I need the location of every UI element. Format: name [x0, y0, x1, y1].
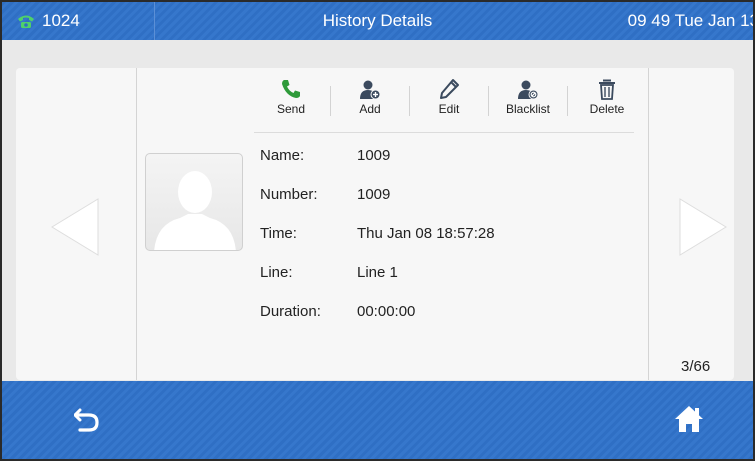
status-bar: 1024 History Details 09 49 Tue Jan 13 — [2, 2, 753, 40]
blacklist-button[interactable]: Blacklist — [489, 78, 567, 124]
toolbar-divider-line — [254, 132, 634, 133]
bottom-bar — [2, 381, 753, 459]
send-button[interactable]: Send — [252, 78, 330, 124]
duration-label: Duration: — [260, 303, 321, 320]
edit-button[interactable]: Edit — [410, 78, 488, 124]
delete-button[interactable]: Delete — [568, 78, 646, 124]
number-label: Number: — [260, 186, 318, 203]
home-button[interactable] — [674, 405, 704, 438]
action-toolbar: Send Add Edit Blacklist Delete — [252, 78, 646, 124]
blacklist-label: Blacklist — [505, 102, 550, 116]
edit-label: Edit — [438, 102, 460, 116]
time-value: Thu Jan 08 18:57:28 — [357, 225, 495, 242]
pencil-icon — [440, 79, 459, 99]
arrow-left-icon — [51, 198, 99, 256]
line-value: Line 1 — [357, 264, 398, 281]
person-silhouette-icon — [154, 171, 236, 250]
handset-icon — [282, 80, 300, 98]
phone-screen: 1024 History Details 09 49 Tue Jan 13 Se… — [0, 0, 755, 461]
number-value: 1009 — [357, 186, 391, 203]
back-arrow-icon — [73, 408, 99, 432]
time-label: Time: — [260, 225, 297, 242]
trash-icon — [599, 79, 615, 100]
home-icon — [675, 406, 703, 432]
previous-arrow-button[interactable] — [48, 197, 100, 262]
add-label: Add — [359, 102, 381, 116]
page-counter: 3/66 — [681, 358, 711, 375]
panel-divider-left — [136, 68, 137, 380]
send-label: Send — [276, 102, 306, 116]
delete-label: Delete — [589, 102, 625, 116]
blacklist-contact-icon — [518, 80, 539, 100]
add-button[interactable]: Add — [331, 78, 409, 124]
name-value: 1009 — [357, 147, 391, 164]
back-button[interactable] — [73, 408, 100, 437]
next-arrow-button[interactable] — [678, 197, 730, 262]
arrow-right-icon — [679, 198, 727, 256]
duration-value: 00:00:00 — [357, 303, 416, 320]
line-label: Line: — [260, 264, 293, 281]
add-contact-icon — [360, 80, 381, 100]
clock: 09 49 Tue Jan 13 — [627, 11, 755, 30]
name-label: Name: — [260, 147, 305, 164]
panel-divider-right — [648, 68, 649, 380]
avatar — [145, 153, 243, 251]
